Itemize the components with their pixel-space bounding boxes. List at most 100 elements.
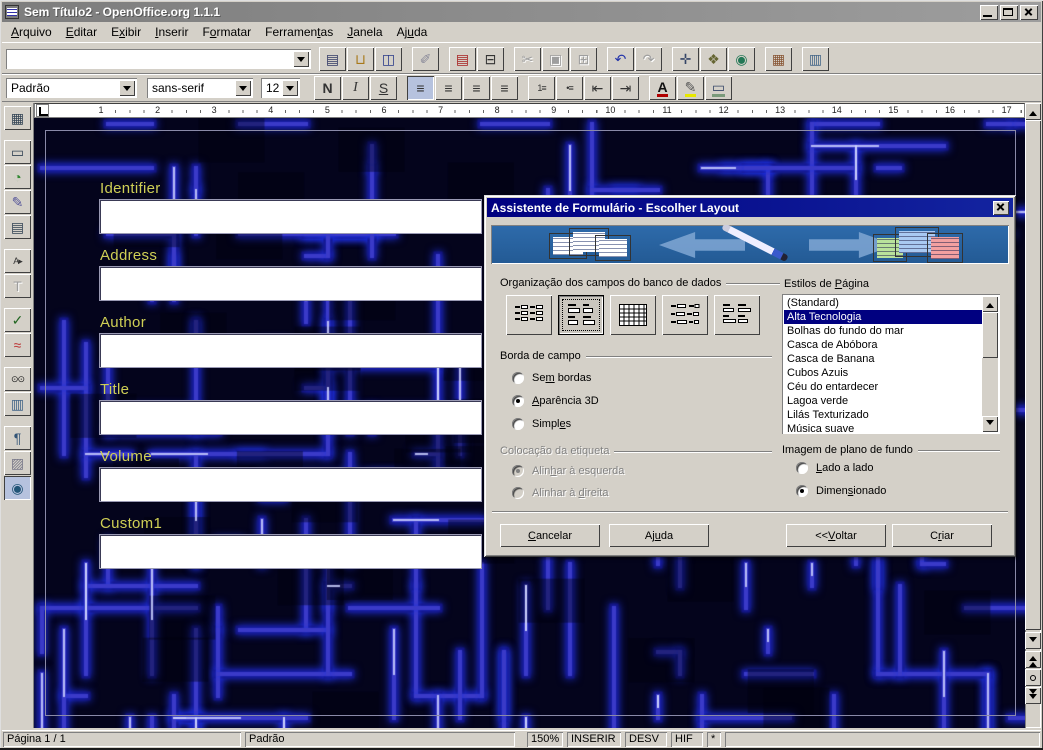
style-list-item[interactable]: Casca de Abóbora: [784, 338, 982, 352]
menu-item-exibir[interactable]: Exibir: [104, 23, 148, 41]
dialog-title-bar[interactable]: Assistente de Formulário - Escolher Layo…: [487, 198, 1013, 217]
scrollbar-thumb[interactable]: [982, 312, 998, 358]
insert-frame-icon[interactable]: ▭: [4, 140, 31, 164]
style-list-item[interactable]: Lilás Texturizado: [784, 408, 982, 422]
chevron-down-icon[interactable]: [293, 51, 309, 67]
previous-page-button[interactable]: [1025, 651, 1041, 668]
online-layout-icon[interactable]: ◉: [4, 476, 31, 500]
draw-functions-icon[interactable]: ✎: [4, 190, 31, 214]
selection-mode-indicator[interactable]: DESV: [625, 732, 667, 747]
zoom-indicator[interactable]: 150%: [527, 732, 563, 747]
bold-icon[interactable]: N: [314, 76, 341, 100]
tab-stop-selector[interactable]: [36, 104, 49, 117]
align-center-icon[interactable]: ≡: [435, 76, 462, 100]
form-text-input[interactable]: [100, 267, 481, 300]
url-combobox[interactable]: [6, 49, 311, 69]
scroll-down-button[interactable]: [982, 416, 998, 432]
style-list-item[interactable]: Música suave: [784, 422, 982, 432]
auto-spellcheck-icon[interactable]: ≈: [4, 333, 31, 357]
align-left-icon[interactable]: ≡: [407, 76, 434, 100]
navigation-button[interactable]: [1025, 669, 1041, 686]
help-button[interactable]: Ajuda: [609, 524, 709, 547]
radio-scaled[interactable]: Dimensionado: [796, 484, 886, 498]
print-icon[interactable]: ⊟: [477, 47, 504, 71]
images-onoff-icon[interactable]: ▨: [4, 451, 31, 475]
background-color-icon[interactable]: ▭: [705, 76, 732, 100]
radio-tiled[interactable]: Lado a lado: [796, 461, 874, 475]
style-list-item[interactable]: Alta Tecnologia: [784, 310, 982, 324]
scrollbar-thumb[interactable]: [1025, 120, 1041, 630]
radio-no-borders[interactable]: Sem bordas: [512, 371, 591, 385]
scroll-down-button[interactable]: [1025, 632, 1041, 649]
layout-columnar-labels-on-top-button[interactable]: [558, 295, 604, 335]
italic-icon[interactable]: I: [342, 76, 369, 100]
form-text-input[interactable]: [100, 401, 481, 434]
insert-table-icon[interactable]: ▦: [4, 106, 31, 130]
menu-item-inserir[interactable]: Inserir: [148, 23, 195, 41]
nonprinting-characters-icon[interactable]: ¶: [4, 426, 31, 450]
decrease-indent-icon[interactable]: ⇤: [584, 76, 611, 100]
cut-icon[interactable]: ✂: [514, 47, 541, 71]
style-list-item[interactable]: Lagoa verde: [784, 394, 982, 408]
form-text-input[interactable]: [100, 535, 481, 568]
insert-object-icon[interactable]: ◔: [4, 165, 31, 189]
cancel-button[interactable]: Cancelar: [500, 524, 600, 547]
horizontal-ruler[interactable]: 123456789101112131415161718: [34, 103, 1025, 118]
create-button[interactable]: Criar: [892, 524, 992, 547]
maximize-button[interactable]: [1000, 5, 1018, 20]
chevron-down-icon[interactable]: [235, 80, 251, 96]
autotext-icon[interactable]: T: [4, 274, 31, 298]
style-list-item[interactable]: (Standard): [784, 296, 982, 310]
find-replace-icon[interactable]: ⊙⊙: [4, 367, 31, 391]
save-icon[interactable]: ◫: [375, 47, 402, 71]
stylist-icon[interactable]: ❖: [700, 47, 727, 71]
paste-icon[interactable]: ⊞: [570, 47, 597, 71]
navigator-icon[interactable]: ✛: [672, 47, 699, 71]
undo-icon[interactable]: ↶: [607, 47, 634, 71]
data-sources-icon[interactable]: ▥: [802, 47, 829, 71]
menu-item-ajuda[interactable]: Ajuda: [390, 23, 435, 41]
form-text-input[interactable]: [100, 468, 481, 501]
minimize-button[interactable]: [980, 5, 998, 20]
menu-item-ferramentas[interactable]: Ferramentas: [258, 23, 340, 41]
font-name-combobox[interactable]: sans-serif: [147, 78, 253, 98]
open-folder-icon[interactable]: ⊔: [347, 47, 374, 71]
insert-form-icon[interactable]: ▤: [4, 215, 31, 239]
form-text-input[interactable]: [100, 334, 481, 367]
scroll-up-button[interactable]: [1025, 103, 1041, 120]
spellcheck-icon[interactable]: ✓: [4, 308, 31, 332]
increase-indent-icon[interactable]: ⇥: [612, 76, 639, 100]
page-indicator[interactable]: Página 1 / 1: [3, 732, 241, 747]
next-page-button[interactable]: [1025, 687, 1041, 704]
data-sources-icon[interactable]: ▥: [4, 392, 31, 416]
style-list-item[interactable]: Cubos Azuis: [784, 366, 982, 380]
bullet-list-icon[interactable]: •≡: [556, 76, 583, 100]
menu-item-editar[interactable]: Editar: [59, 23, 104, 41]
font-size-combobox[interactable]: 12: [261, 78, 300, 98]
hyphenation-indicator[interactable]: HIF: [671, 732, 703, 747]
justify-icon[interactable]: ≡: [491, 76, 518, 100]
highlighting-icon[interactable]: ✎: [677, 76, 704, 100]
copy-icon[interactable]: ▣: [542, 47, 569, 71]
style-list-item[interactable]: Céu do entardecer: [784, 380, 982, 394]
radio-flat[interactable]: Simples: [512, 417, 571, 431]
redo-icon[interactable]: ↷: [635, 47, 662, 71]
insert-fields-icon[interactable]: A▸: [4, 249, 31, 273]
scroll-up-button[interactable]: [982, 296, 998, 312]
close-button[interactable]: [1020, 5, 1038, 20]
back-button[interactable]: << Voltar: [786, 524, 886, 547]
layout-as-data-sheet-button[interactable]: [610, 295, 656, 335]
new-document-icon[interactable]: ▤: [319, 47, 346, 71]
export-pdf-icon[interactable]: ▤: [449, 47, 476, 71]
dialog-close-button[interactable]: [993, 201, 1009, 215]
layout-in-blocks-labels-left-button[interactable]: [662, 295, 708, 335]
numbered-list-icon[interactable]: 1≡: [528, 76, 555, 100]
layout-in-blocks-labels-above-button[interactable]: [714, 295, 760, 335]
menu-item-janela[interactable]: Janela: [340, 23, 389, 41]
hyperlink-icon[interactable]: ◉: [728, 47, 755, 71]
list-scrollbar[interactable]: [982, 296, 998, 432]
chevron-down-icon[interactable]: [119, 80, 135, 96]
form-text-input[interactable]: [100, 200, 481, 233]
edit-file-icon[interactable]: ✐: [412, 47, 439, 71]
font-color-icon[interactable]: A: [649, 76, 676, 100]
